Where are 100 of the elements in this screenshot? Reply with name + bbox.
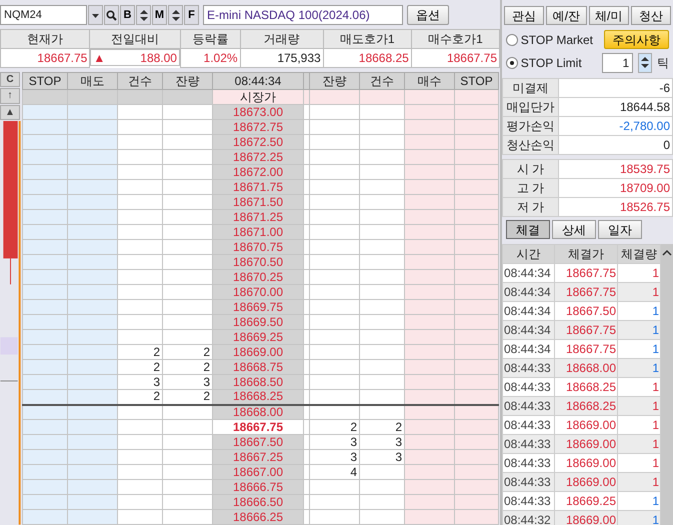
price-cell[interactable]: 18670.50 [212, 254, 304, 270]
price-cell[interactable]: 18667.50 [212, 434, 304, 450]
column-header: 매수호가1 [411, 30, 500, 48]
panel-tab[interactable]: 관심 [504, 6, 544, 25]
price-cell[interactable]: 18668.00 [212, 404, 304, 420]
trade-tab[interactable]: 상세 [552, 220, 596, 239]
price-cell[interactable]: 18669.25 [212, 330, 304, 344]
table-cell: 18667.75 [554, 340, 618, 358]
table-cell: 3 [360, 450, 404, 464]
scrollbar[interactable] [661, 244, 673, 525]
price-cell[interactable]: 18672.00 [212, 164, 304, 180]
price-cell[interactable]: 18667.75 [212, 420, 304, 434]
scroll-up-icon[interactable] [662, 249, 672, 257]
column-header: 건수 [360, 72, 404, 90]
scroll-up-button[interactable]: ▲ [0, 104, 20, 120]
table-cell: 3 [310, 450, 360, 464]
column-header: 잔량 [310, 72, 360, 90]
quote-value: 175,933 [240, 48, 324, 68]
info-label: 매입단가 [502, 98, 558, 116]
up-down-arrows-icon [170, 8, 180, 22]
price-cell[interactable]: 18666.25 [212, 510, 304, 524]
table-cell: 1 [618, 396, 660, 416]
info-label: 청산손익 [502, 136, 558, 154]
option-button[interactable]: 옵션 [407, 5, 449, 25]
column-header: 건수 [118, 72, 162, 90]
price-cell[interactable]: 18671.75 [212, 180, 304, 194]
dropdown-button[interactable] [88, 5, 103, 25]
column-header: 체결가 [554, 244, 618, 264]
table-cell: 18667.75 [554, 264, 618, 282]
table-cell: 3 [162, 374, 212, 390]
table-cell: 3 [310, 434, 360, 450]
table-cell: 08:44:33 [502, 472, 554, 492]
market-price-row[interactable]: 시장가 [212, 90, 304, 104]
price-cell[interactable]: 18668.75 [212, 360, 304, 374]
quote-value: 18667.75 [411, 48, 500, 68]
info-label: 미결제 [502, 78, 558, 98]
table-cell: 1 [618, 320, 660, 340]
price-cell[interactable]: 18671.00 [212, 224, 304, 240]
table-cell: 18668.00 [554, 358, 618, 378]
table-cell: 18668.25 [554, 378, 618, 396]
up-button[interactable]: ↑ [0, 88, 20, 104]
table-cell: 18669.00 [554, 472, 618, 492]
panel-tab[interactable]: 예/잔 [546, 6, 586, 25]
price-cell[interactable]: 18670.00 [212, 284, 304, 300]
search-button[interactable] [104, 5, 119, 25]
table-cell: 1 [618, 454, 660, 472]
notice-button[interactable]: 주의사항 [604, 30, 669, 49]
price-cell[interactable]: 18672.50 [212, 134, 304, 150]
price-cell[interactable]: 18669.00 [212, 344, 304, 360]
price-cell[interactable]: 18672.25 [212, 150, 304, 164]
price-cell[interactable]: 18666.75 [212, 480, 304, 494]
price-cell[interactable]: 18668.25 [212, 390, 304, 404]
column-header: 현재가 [0, 30, 90, 48]
column-header: 등락률 [180, 30, 240, 48]
info-value: 18539.75 [558, 160, 672, 178]
price-cell[interactable]: 18670.25 [212, 270, 304, 284]
price-cell[interactable]: 18668.50 [212, 374, 304, 390]
table-cell: 3 [118, 374, 162, 390]
quote-value: 18667.75 [0, 48, 90, 68]
table-cell: 08:44:34 [502, 340, 554, 358]
price-cell[interactable]: 18673.00 [212, 104, 304, 120]
table-cell: 18669.00 [554, 416, 618, 434]
price-cell[interactable]: 18671.25 [212, 210, 304, 224]
change-arrow: ▲ [93, 50, 106, 66]
table-cell: 08:44:33 [502, 492, 554, 510]
price-cell[interactable]: 18666.50 [212, 494, 304, 510]
price-cell[interactable]: 18667.25 [212, 450, 304, 464]
info-value: -6 [558, 78, 672, 98]
trade-tab[interactable]: 일자 [598, 220, 642, 239]
price-cell[interactable]: 18669.50 [212, 314, 304, 330]
table-cell: 2 [162, 344, 212, 360]
up-down-arrows-icon [138, 8, 148, 22]
table-cell: 1 [618, 416, 660, 434]
tool-button[interactable]: M [152, 5, 167, 25]
tool-button[interactable]: B [120, 5, 135, 25]
table-cell: 08:44:34 [502, 264, 554, 282]
spin-button[interactable] [168, 5, 183, 25]
stop-option-radio[interactable]: STOP Limit [506, 54, 597, 72]
table-cell: 2 [118, 360, 162, 374]
tick-spinner-field[interactable]: 1 [602, 52, 634, 72]
panel-tab[interactable]: 청산 [630, 6, 671, 25]
stop-option-radio[interactable]: STOP Market [506, 30, 599, 48]
table-cell: 08:44:34 [502, 302, 554, 320]
price-cell[interactable]: 18671.50 [212, 194, 304, 210]
symbol-field[interactable]: NQM24 [0, 5, 87, 25]
price-cell[interactable]: 18669.75 [212, 300, 304, 314]
info-value: 18644.58 [558, 98, 672, 116]
price-cell[interactable]: 18670.75 [212, 240, 304, 254]
clear-button[interactable]: C [0, 72, 20, 88]
info-label: 평가손익 [502, 116, 558, 136]
tool-button[interactable]: F [184, 5, 199, 25]
spin-button[interactable] [638, 52, 652, 72]
table-cell: 08:44:34 [502, 282, 554, 302]
price-cell[interactable]: 18667.00 [212, 464, 304, 480]
panel-tab[interactable]: 체/미 [588, 6, 629, 25]
price-cell[interactable]: 18672.75 [212, 120, 304, 134]
table-cell: 2 [118, 390, 162, 404]
spin-button[interactable] [136, 5, 151, 25]
column-header: 체결량 [618, 244, 660, 264]
trade-tab[interactable]: 체결 [506, 220, 550, 239]
